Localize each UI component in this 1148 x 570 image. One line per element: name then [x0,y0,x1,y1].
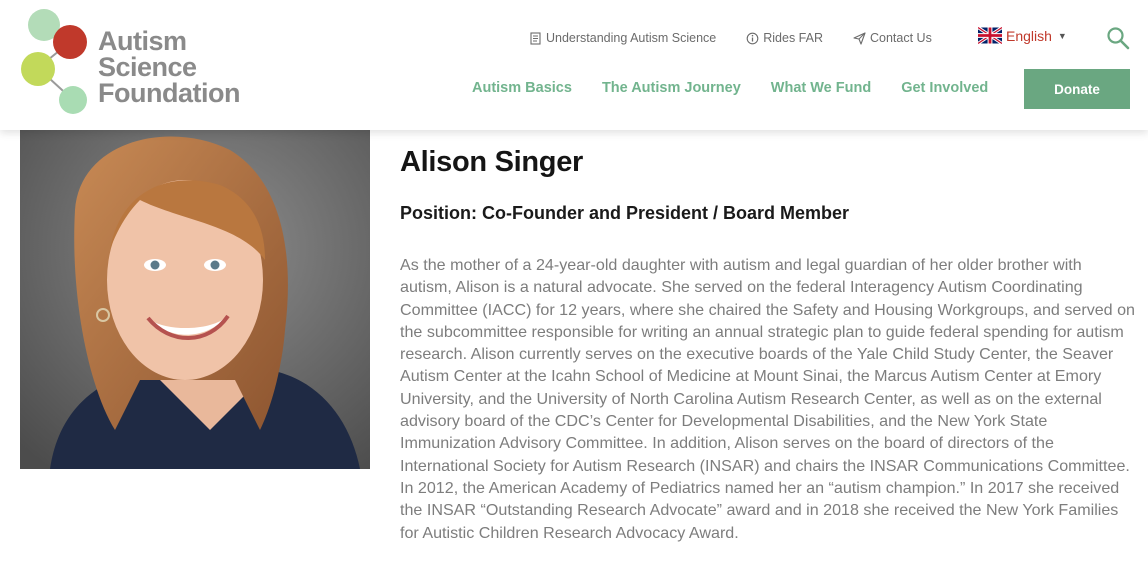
main-nav: Autism Basics The Autism Journey What We… [472,80,1018,96]
logo-wordmark: Autism Science Foundation [98,26,258,108]
site-logo[interactable]: Autism Science Foundation [18,8,248,116]
nav-autism-basics[interactable]: Autism Basics [472,80,572,96]
util-link-contact-us[interactable]: Contact Us [853,31,932,45]
uk-flag-icon [978,27,1002,44]
util-link-label: Understanding Autism Science [546,31,717,45]
language-label: English [1006,27,1052,44]
logo-circles-icon [21,9,87,114]
document-icon [529,31,542,45]
paper-plane-icon [853,31,866,45]
profile-position: Position: Co-Founder and President / Boa… [400,203,850,223]
logo-line-3: Foundation [98,78,240,108]
utility-nav: Understanding Autism Science Rides FAR C… [529,29,962,47]
util-link-rides-far[interactable]: Rides FAR [746,31,823,45]
site-header: Autism Science Foundation Understanding … [0,0,1148,130]
nav-the-autism-journey[interactable]: The Autism Journey [602,80,741,96]
info-circle-icon [746,32,759,45]
util-link-label: Contact Us [869,31,932,45]
nav-what-we-fund[interactable]: What We Fund [771,80,871,96]
util-link-understanding-autism-science[interactable]: Understanding Autism Science [529,31,716,45]
logo-line-1: Autism [98,26,187,56]
profile-bio: As the mother of a 24-year-old daughter … [400,256,1136,542]
search-icon[interactable] [1106,26,1130,50]
profile-photo [20,130,370,469]
donate-button[interactable]: Donate [1024,69,1130,109]
language-selector[interactable]: English ▼ [978,27,1067,44]
nav-get-involved[interactable]: Get Involved [901,80,988,96]
profile-name: Alison Singer [400,146,584,178]
util-link-label: Rides FAR [763,31,823,45]
caret-down-icon: ▼ [1057,30,1067,41]
logo-line-2: Science [98,52,197,82]
